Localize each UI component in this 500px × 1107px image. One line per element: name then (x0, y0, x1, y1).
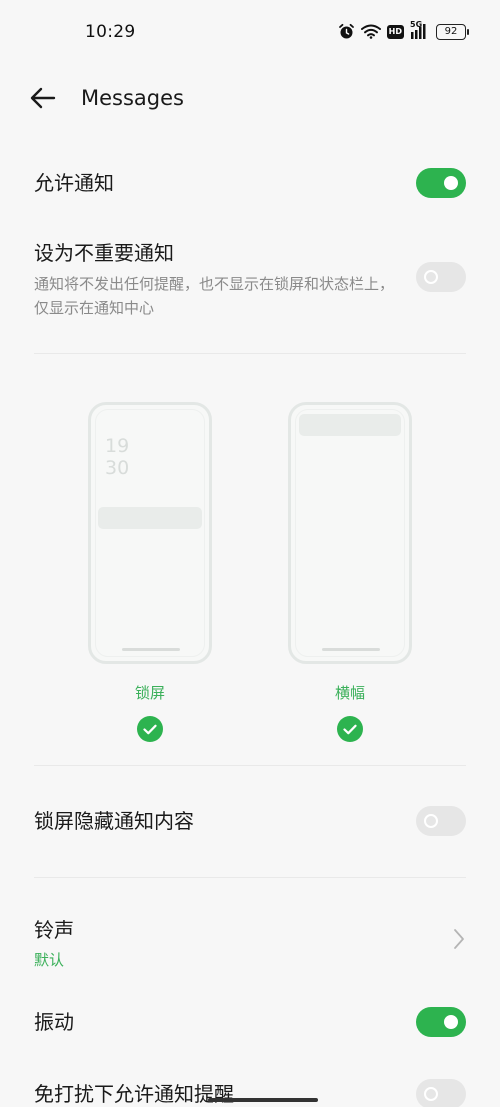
home-indicator (322, 648, 380, 651)
unimportant-notification-row: 设为不重要通知 通知将不发出任何提醒，也不显示在锁屏和状态栏上，仅显示在通知中心 (34, 237, 466, 327)
hide-lockscreen-content-label: 锁屏隐藏通知内容 (34, 809, 194, 833)
allow-notifications-toggle[interactable] (416, 168, 466, 198)
preview-lockscreen[interactable]: 19 30 锁屏 (88, 402, 212, 742)
unimportant-notification-label: 设为不重要通知 (34, 241, 174, 265)
allow-notifications-row: 允许通知 (34, 167, 466, 199)
status-time: 10:29 (85, 22, 136, 42)
preview-label-banner: 横幅 (334, 684, 365, 702)
home-indicator (122, 648, 180, 651)
lockscreen-notification-placeholder (98, 507, 202, 529)
status-bar: 10:29 HD 5G 92 (0, 0, 500, 66)
lockscreen-phone-frame: 19 30 (88, 402, 212, 664)
banner-phone-frame (288, 402, 412, 664)
battery-level: 92 (444, 26, 458, 37)
unimportant-notification-description: 通知将不发出任何提醒，也不显示在锁屏和状态栏上，仅显示在通知中心 (34, 275, 395, 317)
divider (34, 765, 466, 766)
back-arrow-icon (30, 87, 56, 109)
header: Messages (0, 80, 500, 120)
divider (34, 353, 466, 354)
hd-icon: HD (386, 24, 404, 39)
check-icon (343, 724, 357, 734)
page-title: Messages (81, 86, 184, 110)
unimportant-notification-toggle[interactable] (416, 262, 466, 292)
wifi-icon (360, 24, 381, 39)
divider (34, 877, 466, 878)
banner-check[interactable] (337, 716, 363, 742)
toggle-knob (444, 176, 458, 190)
vibration-label: 振动 (34, 1010, 74, 1034)
dnd-allow-notifications-label: 免打扰下允许通知提醒 (34, 1082, 234, 1106)
lockscreen-clock-minute: 30 (105, 457, 130, 479)
alarm-icon (338, 23, 355, 40)
toggle-knob (444, 1015, 458, 1029)
check-icon (143, 724, 157, 734)
back-button[interactable] (30, 87, 60, 111)
lockscreen-clock-hour: 19 (105, 435, 130, 457)
chevron-right-icon (454, 929, 464, 949)
ringtone-row[interactable]: 铃声 默认 (34, 914, 466, 970)
status-icons: HD 5G 92 (338, 20, 469, 40)
toggle-knob (424, 270, 438, 284)
allow-notifications-label: 允许通知 (34, 171, 114, 195)
dnd-allow-notifications-toggle[interactable] (416, 1079, 466, 1107)
vibration-toggle[interactable] (416, 1007, 466, 1037)
dnd-allow-notifications-row: 免打扰下允许通知提醒 (34, 1078, 466, 1107)
banner-notification-placeholder (299, 414, 401, 436)
preview-banner[interactable]: 横幅 (288, 402, 412, 742)
toggle-knob (424, 1087, 438, 1101)
hide-lockscreen-content-row: 锁屏隐藏通知内容 (34, 805, 466, 837)
battery-icon: 92 (436, 23, 469, 40)
gesture-navigation-bar[interactable] (208, 1098, 318, 1102)
toggle-knob (424, 814, 438, 828)
phone-screen (295, 409, 405, 657)
ringtone-label: 铃声 (34, 918, 74, 942)
signal-5g-icon: 5G (410, 20, 430, 40)
ringtone-value: 默认 (34, 951, 65, 969)
lockscreen-check[interactable] (137, 716, 163, 742)
hide-lockscreen-content-toggle[interactable] (416, 806, 466, 836)
vibration-row: 振动 (34, 1006, 466, 1038)
preview-label-lockscreen: 锁屏 (134, 684, 165, 702)
